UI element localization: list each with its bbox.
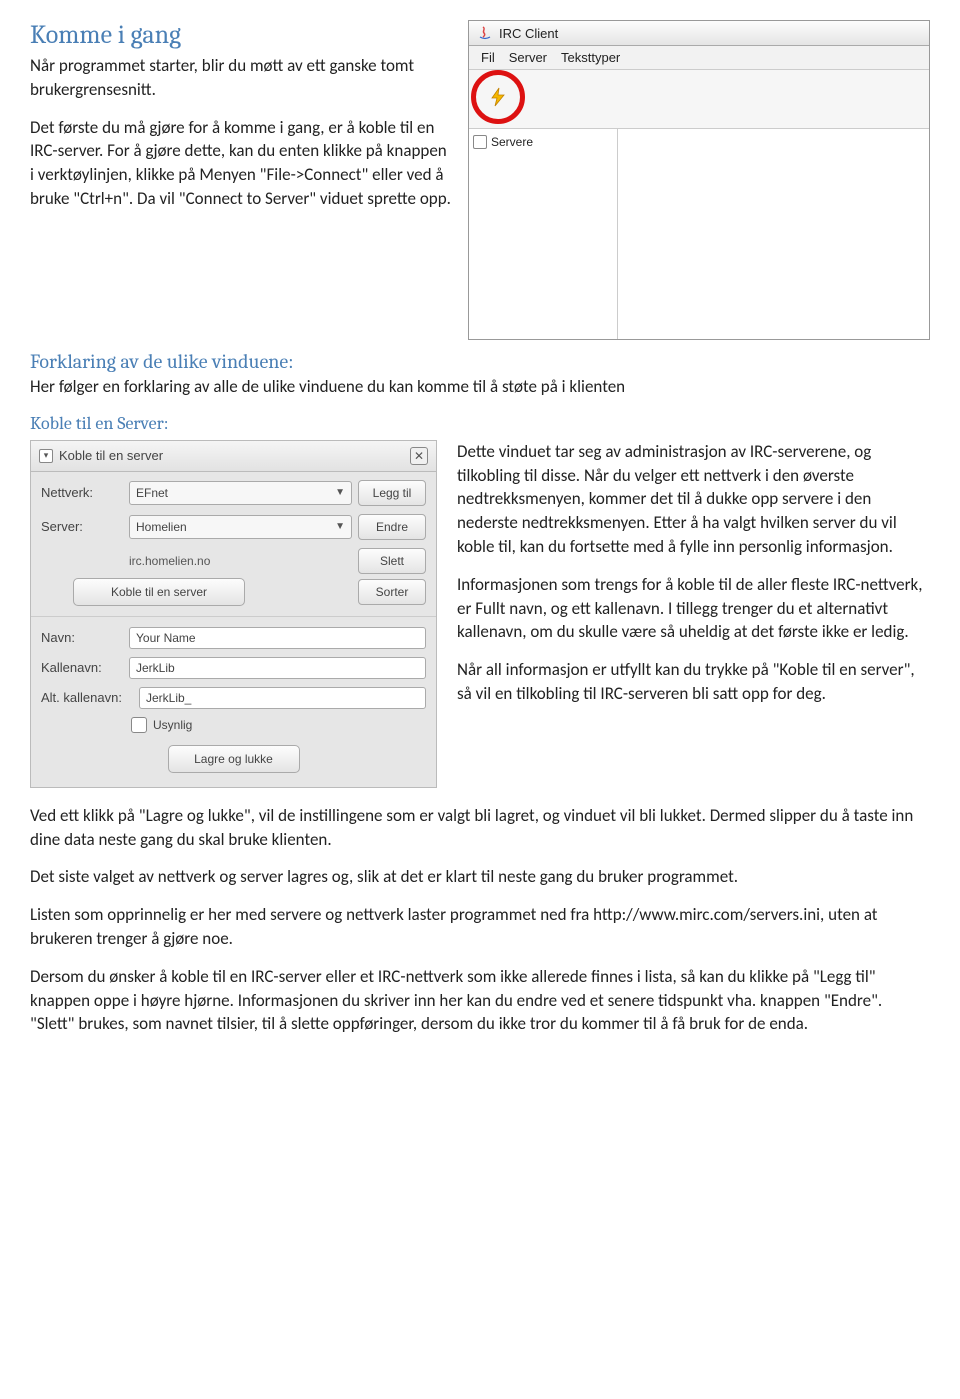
menu-teksttyper[interactable]: Teksttyper [555, 48, 626, 67]
label-navn: Navn: [41, 630, 123, 645]
combo-server-value: Homelien [136, 520, 187, 534]
java-icon [477, 25, 493, 41]
menu-fil[interactable]: Fil [475, 48, 501, 67]
label-nettverk: Nettverk: [41, 485, 123, 500]
bottom-paragraph-3: Listen som opprinnelig er her med server… [30, 903, 930, 951]
legg-til-button[interactable]: Legg til [358, 480, 426, 506]
client-titlebar: IRC Client [469, 21, 929, 46]
sorter-button[interactable]: Sorter [358, 579, 426, 605]
dialog-titlebar: ▾ Koble til en server ✕ [31, 441, 436, 472]
divider [31, 616, 436, 617]
input-navn[interactable]: Your Name [129, 627, 426, 649]
label-kallenavn: Kallenavn: [41, 660, 123, 675]
dialog-title: Koble til en server [59, 448, 163, 463]
mid-paragraph-3: Når all informasjon er utfyllt kan du tr… [457, 658, 930, 706]
forklaring-paragraph: Her følger en forklaring av alle de ulik… [30, 375, 930, 399]
heading-forklaring: Forklaring av de ulike vinduene: [30, 350, 930, 373]
combo-nettverk-value: EFnet [136, 486, 168, 500]
endre-button[interactable]: Endre [358, 514, 426, 540]
checkbox-usynlig[interactable] [131, 717, 147, 733]
heading-koble-til: Koble til en Server: [30, 413, 930, 434]
highlight-circle [471, 70, 525, 124]
koble-til-button[interactable]: Koble til en server [73, 578, 245, 606]
input-kallenavn[interactable]: JerkLib [129, 657, 426, 679]
input-alt-kallenavn[interactable]: JerkLib_ [139, 687, 426, 709]
menu-server[interactable]: Server [503, 48, 553, 67]
bottom-paragraph-2: Det siste valget av nettverk og server l… [30, 865, 930, 889]
tree-item-servere[interactable]: Servere [473, 133, 613, 151]
tree-expand-icon [473, 135, 487, 149]
tree-label: Servere [491, 135, 533, 149]
label-server: Server: [41, 519, 123, 534]
connect-bolt-icon[interactable] [488, 87, 508, 107]
chevron-down-icon: ▼ [335, 521, 345, 532]
chevron-down-icon: ▼ [335, 487, 345, 498]
connect-dialog-screenshot: ▾ Koble til en server ✕ Nettverk: EFnet … [30, 440, 437, 788]
label-alt-kallenavn: Alt. kallenavn: [41, 690, 133, 705]
server-url-text: irc.homelien.no [129, 554, 352, 568]
client-title: IRC Client [499, 26, 558, 41]
intro-paragraph-2: Det første du må gjøre for å komme i gan… [30, 116, 452, 211]
mid-paragraph-2: Informasjonen som trengs for å koble til… [457, 573, 930, 644]
client-tree-panel: Servere [469, 129, 618, 339]
close-icon[interactable]: ✕ [410, 447, 428, 465]
combo-nettverk[interactable]: EFnet ▼ [129, 481, 352, 505]
client-menubar: Fil Server Teksttyper [469, 46, 929, 70]
slett-button[interactable]: Slett [358, 548, 426, 574]
bottom-paragraph-4: Dersom du ønsker å koble til en IRC-serv… [30, 965, 930, 1036]
heading-komme-i-gang: Komme i gang [30, 20, 452, 50]
combo-server[interactable]: Homelien ▼ [129, 515, 352, 539]
label-usynlig: Usynlig [153, 718, 192, 732]
intro-paragraph-1: Når programmet starter, blir du møtt av … [30, 54, 452, 102]
irc-client-screenshot: IRC Client Fil Server Teksttyper Servere [468, 20, 930, 340]
mid-paragraph-1: Dette vinduet tar seg av administrasjon … [457, 440, 930, 559]
dialog-minimize-icon[interactable]: ▾ [39, 449, 53, 463]
client-main-area [618, 129, 929, 339]
lagre-og-lukke-button[interactable]: Lagre og lukke [168, 745, 300, 773]
client-toolbar [469, 70, 929, 129]
bottom-paragraph-1: Ved ett klikk på "Lagre og lukke", vil d… [30, 804, 930, 852]
